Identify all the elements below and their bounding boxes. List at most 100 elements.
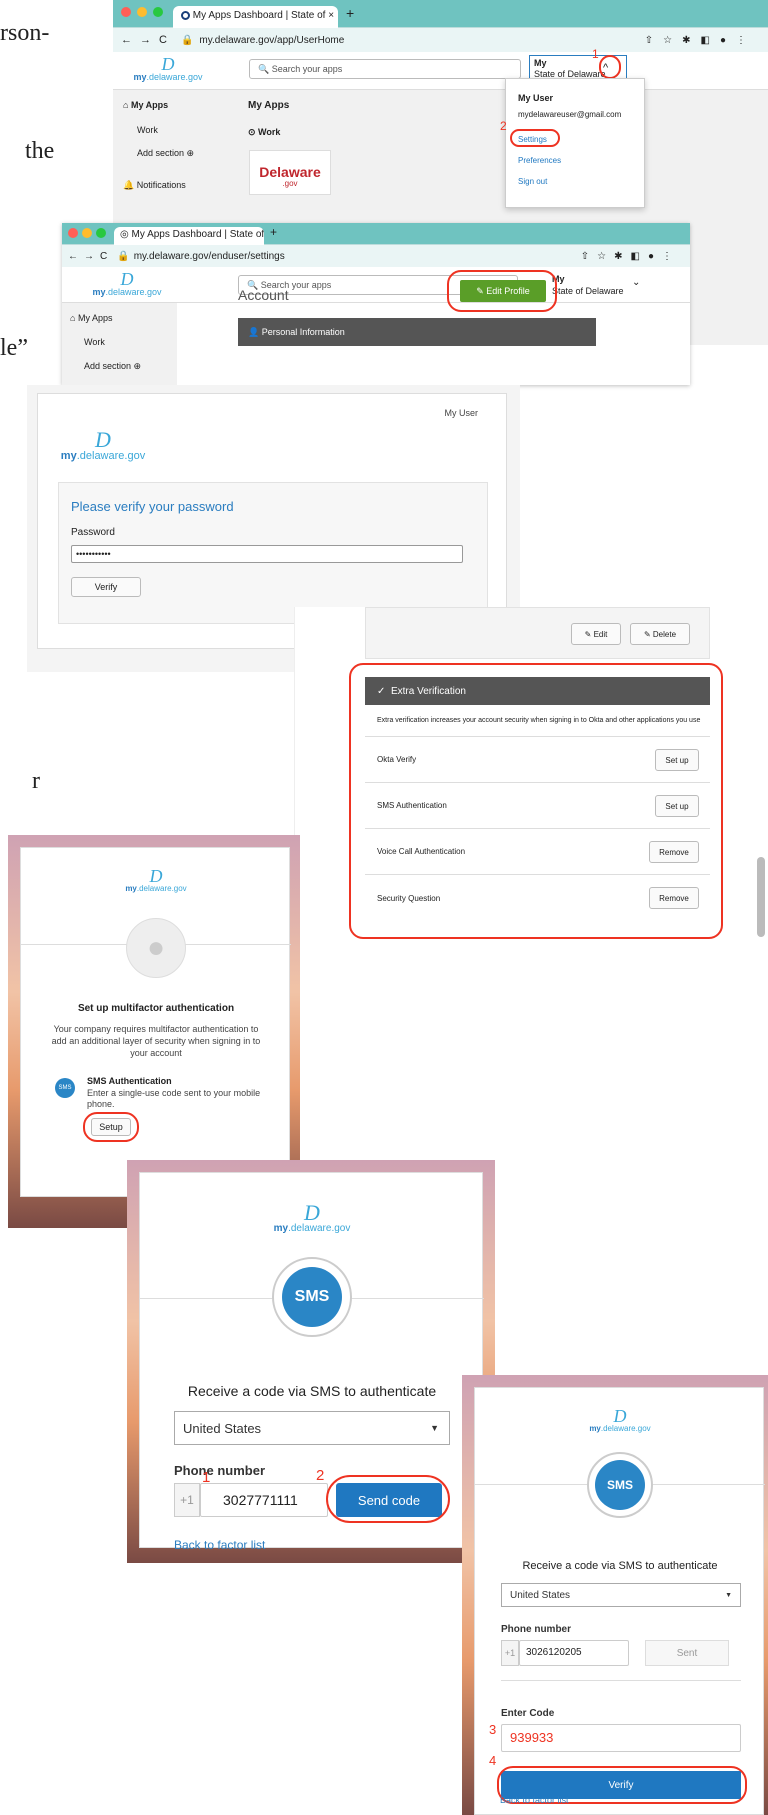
tile-subtitle: .gov — [282, 179, 298, 188]
highlight-ring — [599, 55, 621, 79]
reload-icon[interactable]: C — [100, 251, 107, 262]
delaware-app-tile[interactable]: Delaware .gov — [249, 150, 331, 195]
phone-label: Phone number — [501, 1624, 572, 1635]
okta-header: D my.delaware.gov 🔍 Search your apps My S… — [113, 47, 768, 90]
logo-symbol-icon: D — [149, 866, 163, 886]
add-section-button[interactable]: Add section ⊕ — [84, 361, 141, 372]
step-number: 4 — [489, 1753, 497, 1768]
dropdown-arrow-icon: ▼ — [430, 1423, 439, 1433]
country-code: +1 — [174, 1483, 200, 1517]
logo-domain: .delaware.gov — [146, 72, 203, 82]
highlight-ring — [447, 270, 557, 312]
logo-my: my — [125, 884, 137, 893]
tab-title: My Apps Dashboard | State of — [192, 10, 326, 21]
browser-actions-icon[interactable]: ⇧☆✱◧●⋮ — [645, 35, 756, 46]
browser-tab-bar: ◎ My Apps Dashboard | State of × + — [62, 223, 690, 245]
add-section-label: Add section — [84, 361, 132, 371]
logo-domain: .delaware.gov — [600, 1424, 651, 1433]
scrollbar[interactable] — [757, 857, 765, 937]
sms-icon: SMS — [55, 1078, 75, 1098]
logo-symbol-icon: D — [161, 54, 175, 74]
country-select[interactable]: United States ▼ — [174, 1411, 450, 1445]
logo-symbol-icon: D — [304, 1200, 320, 1225]
forward-arrow-icon[interactable]: → — [140, 34, 151, 46]
menu-item-sign-out[interactable]: Sign out — [518, 177, 547, 186]
okta-header: D my.delaware.gov 🔍 Search your apps My S… — [62, 267, 690, 303]
lock-icon: 🔒 — [117, 250, 130, 262]
search-input[interactable]: 🔍 Search your apps — [249, 59, 521, 79]
account-heading: Account — [238, 287, 289, 303]
country-value: United States — [183, 1420, 262, 1436]
sidebar-item-my-apps[interactable]: ⌂ My Apps — [70, 313, 112, 323]
sidebar-item-notifications[interactable]: 🔔 Notifications — [123, 180, 186, 191]
sms-title: Receive a code via SMS to authenticate — [522, 1560, 718, 1572]
sidebar-item-work[interactable]: Work — [84, 337, 105, 347]
delete-button[interactable]: ✎ Delete — [630, 623, 690, 645]
account-menu: My User mydelawareuser@gmail.com Setting… — [500, 78, 645, 208]
home-icon: ⌂ — [70, 313, 76, 323]
browser-tab[interactable]: My Apps Dashboard | State of × — [173, 6, 338, 28]
dropdown-arrow-icon: ▼ — [725, 1591, 732, 1599]
step-number: 2 — [500, 119, 507, 133]
my-apps-heading: My Apps — [248, 100, 290, 111]
delaware-logo: D my.delaware.gov — [133, 54, 203, 82]
current-user: My User — [444, 408, 479, 418]
url-bar[interactable]: my.delaware.gov/app/UserHome — [199, 35, 344, 46]
new-tab-icon[interactable]: + — [346, 5, 354, 21]
work-label: Work — [258, 127, 281, 137]
previous-section-footer: ✎ Edit ✎ Delete — [365, 607, 710, 659]
sms-icon: SMS — [282, 1267, 342, 1327]
edit-button[interactable]: ✎ Edit — [571, 623, 621, 645]
delaware-logo: D my.delaware.gov — [121, 866, 191, 893]
delaware-logo: D my.delaware.gov — [58, 427, 148, 463]
sidebar-label: My Apps — [130, 100, 169, 110]
screenshot-extra-verification: ✎ Edit ✎ Delete ✓ Extra Verification Ext… — [294, 607, 768, 942]
add-section-button[interactable]: Add section ⊕ — [137, 148, 194, 159]
sidebar-item-my-apps[interactable]: ⌂ My Apps — [123, 100, 168, 110]
phone-label: Phone number — [174, 1463, 266, 1478]
country-select[interactable]: United States ▼ — [501, 1583, 741, 1607]
phone-input[interactable]: 3026120205 — [519, 1640, 629, 1666]
phone-input[interactable]: 3027771111 — [200, 1483, 328, 1517]
logo-symbol-icon: D — [95, 427, 111, 452]
menu-item-preferences[interactable]: Preferences — [518, 156, 561, 165]
edit-label: Edit — [593, 629, 608, 639]
back-arrow-icon[interactable]: ← — [121, 34, 132, 46]
tab-title: My Apps Dashboard | State of — [131, 229, 264, 240]
verify-form: Please verify your password Password •••… — [58, 482, 488, 624]
menu-user-email: mydelawareuser@gmail.com — [518, 110, 622, 119]
work-section-toggle[interactable]: ⊙ Work — [248, 127, 280, 138]
search-icon: 🔍 — [258, 63, 270, 74]
add-section-label: Add section — [137, 148, 185, 158]
logo-my: my — [273, 1223, 289, 1234]
account-dropdown[interactable]: My State of Delaware — [552, 273, 624, 297]
logo-symbol-icon: D — [120, 269, 134, 289]
code-input[interactable]: 939933 — [501, 1724, 741, 1752]
logo-my: my — [92, 287, 106, 297]
verify-button[interactable]: Verify — [71, 577, 141, 597]
step-number: 1 — [592, 47, 599, 61]
highlight-ring — [510, 129, 560, 147]
reload-icon[interactable]: C — [159, 34, 167, 46]
back-to-factor-list-link[interactable]: Back to factor list — [174, 1538, 265, 1552]
browser-toolbar: ← → C 🔒 my.delaware.gov/app/UserHome ⇧☆✱… — [113, 28, 768, 52]
enter-code-label: Enter Code — [501, 1708, 555, 1719]
sidebar-item-work[interactable]: Work — [137, 125, 158, 135]
password-field[interactable]: ••••••••••• — [71, 545, 463, 563]
url-bar[interactable]: my.delaware.gov/enduser/settings — [134, 251, 285, 262]
new-tab-icon[interactable]: + — [270, 225, 277, 239]
logo-my: my — [60, 450, 77, 462]
browser-actions-icon[interactable]: ⇧☆✱◧●⋮ — [581, 251, 680, 262]
browser-tab[interactable]: ◎ My Apps Dashboard | State of × — [114, 227, 264, 245]
delaware-logo: D my.delaware.gov — [585, 1407, 655, 1433]
account-org: State of Delaware — [552, 286, 624, 296]
back-to-factor-list-link[interactable]: Back to factor list — [500, 1795, 569, 1805]
person-icon: 👤 — [248, 326, 260, 337]
step-number: 1 — [202, 1469, 211, 1486]
delaware-logo: D my.delaware.gov — [272, 1200, 352, 1235]
chevron-down-icon[interactable]: ⌄ — [632, 277, 640, 288]
factor-description: Enter a single-use code sent to your mob… — [87, 1088, 261, 1109]
back-arrow-icon[interactable]: ← — [68, 251, 78, 262]
doc-text-fragment: the — [25, 138, 55, 164]
forward-arrow-icon[interactable]: → — [84, 251, 94, 262]
